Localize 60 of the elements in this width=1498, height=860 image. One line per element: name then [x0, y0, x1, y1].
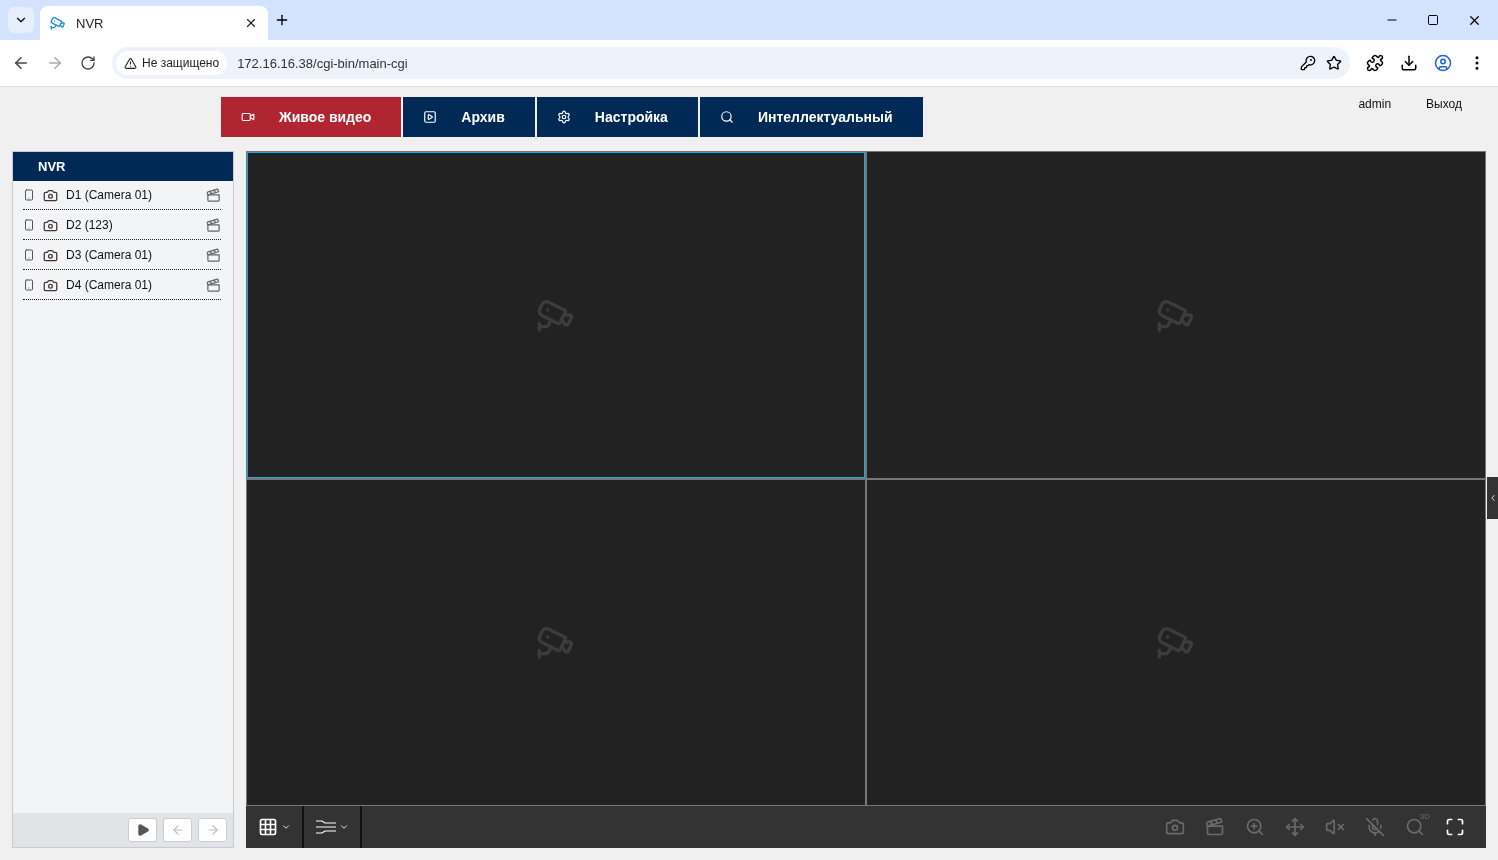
video-tile[interactable]: [247, 479, 865, 805]
clapperboard-icon: [1205, 817, 1225, 837]
url-text: 172.16.16.38/cgi-bin/main-cgi: [237, 55, 409, 71]
zoom-in-icon: [1245, 817, 1265, 837]
tab-list-button[interactable]: [8, 7, 34, 33]
security-chip[interactable]: Не защищено: [116, 51, 228, 75]
video-tile[interactable]: [867, 479, 1485, 805]
caret-icon: [280, 822, 291, 832]
extensions-icon[interactable]: [1366, 54, 1384, 72]
channel-item[interactable]: D1 (Camera 01): [66, 188, 198, 202]
channel-item[interactable]: D4 (Camera 01): [66, 278, 198, 292]
profile-icon[interactable]: [1434, 54, 1452, 72]
camera-icon: [43, 187, 58, 203]
stream-switch-icon: [315, 820, 336, 834]
caret-icon: [338, 822, 349, 832]
browser-tab[interactable]: NVR: [40, 6, 268, 40]
mic-off-icon: [1365, 817, 1385, 837]
new-tab-icon[interactable]: [274, 12, 290, 28]
logout-link[interactable]: Выход: [1426, 97, 1462, 111]
video-camera-icon: [241, 110, 255, 124]
nav-tab[interactable]: Интеллектуальный: [699, 97, 923, 137]
play-icon: [423, 110, 438, 124]
play-icon: [135, 823, 150, 837]
nav-tab[interactable]: Настройка: [536, 97, 698, 137]
video-tile[interactable]: [247, 152, 865, 478]
nav-tab[interactable]: Архив: [403, 97, 535, 137]
maximize-icon[interactable]: [1427, 14, 1439, 26]
key-icon[interactable]: [1300, 55, 1316, 71]
gear-icon: [556, 110, 571, 124]
mute-icon: [1325, 817, 1345, 837]
search-icon: [719, 110, 734, 124]
video-tile[interactable]: [867, 152, 1485, 478]
grid-icon: [257, 817, 278, 837]
move-icon: [1285, 817, 1305, 837]
camera-icon: [43, 277, 58, 293]
tree-header: NVR: [13, 152, 233, 181]
channel-item[interactable]: D3 (Camera 01): [66, 248, 198, 262]
reload-icon[interactable]: [80, 55, 96, 71]
close-icon[interactable]: [244, 16, 258, 30]
tab-title: NVR: [76, 15, 105, 31]
star-icon[interactable]: [1326, 55, 1342, 71]
channel-item[interactable]: D2 (123): [66, 218, 198, 232]
device-icon: [23, 279, 35, 291]
device-icon: [23, 189, 35, 201]
cctv-icon: [50, 15, 66, 31]
fullscreen-icon: [1445, 817, 1465, 837]
search-icon: [1405, 817, 1425, 837]
user-name: admin: [1358, 97, 1392, 111]
camera-icon: [1165, 817, 1185, 837]
download-icon[interactable]: [1400, 54, 1418, 72]
back-icon[interactable]: [12, 54, 30, 72]
play-button[interactable]: [128, 818, 157, 842]
address-bar[interactable]: Не защищено 172.16.16.38/cgi-bin/main-cgi: [112, 47, 1350, 79]
camera-icon: [43, 247, 58, 263]
device-icon: [23, 219, 35, 231]
warning-icon: [124, 56, 137, 70]
nav-tab[interactable]: Живое видео: [221, 97, 402, 137]
collapse-handle[interactable]: [1487, 477, 1498, 519]
device-icon: [23, 249, 35, 261]
camera-icon: [43, 217, 58, 233]
